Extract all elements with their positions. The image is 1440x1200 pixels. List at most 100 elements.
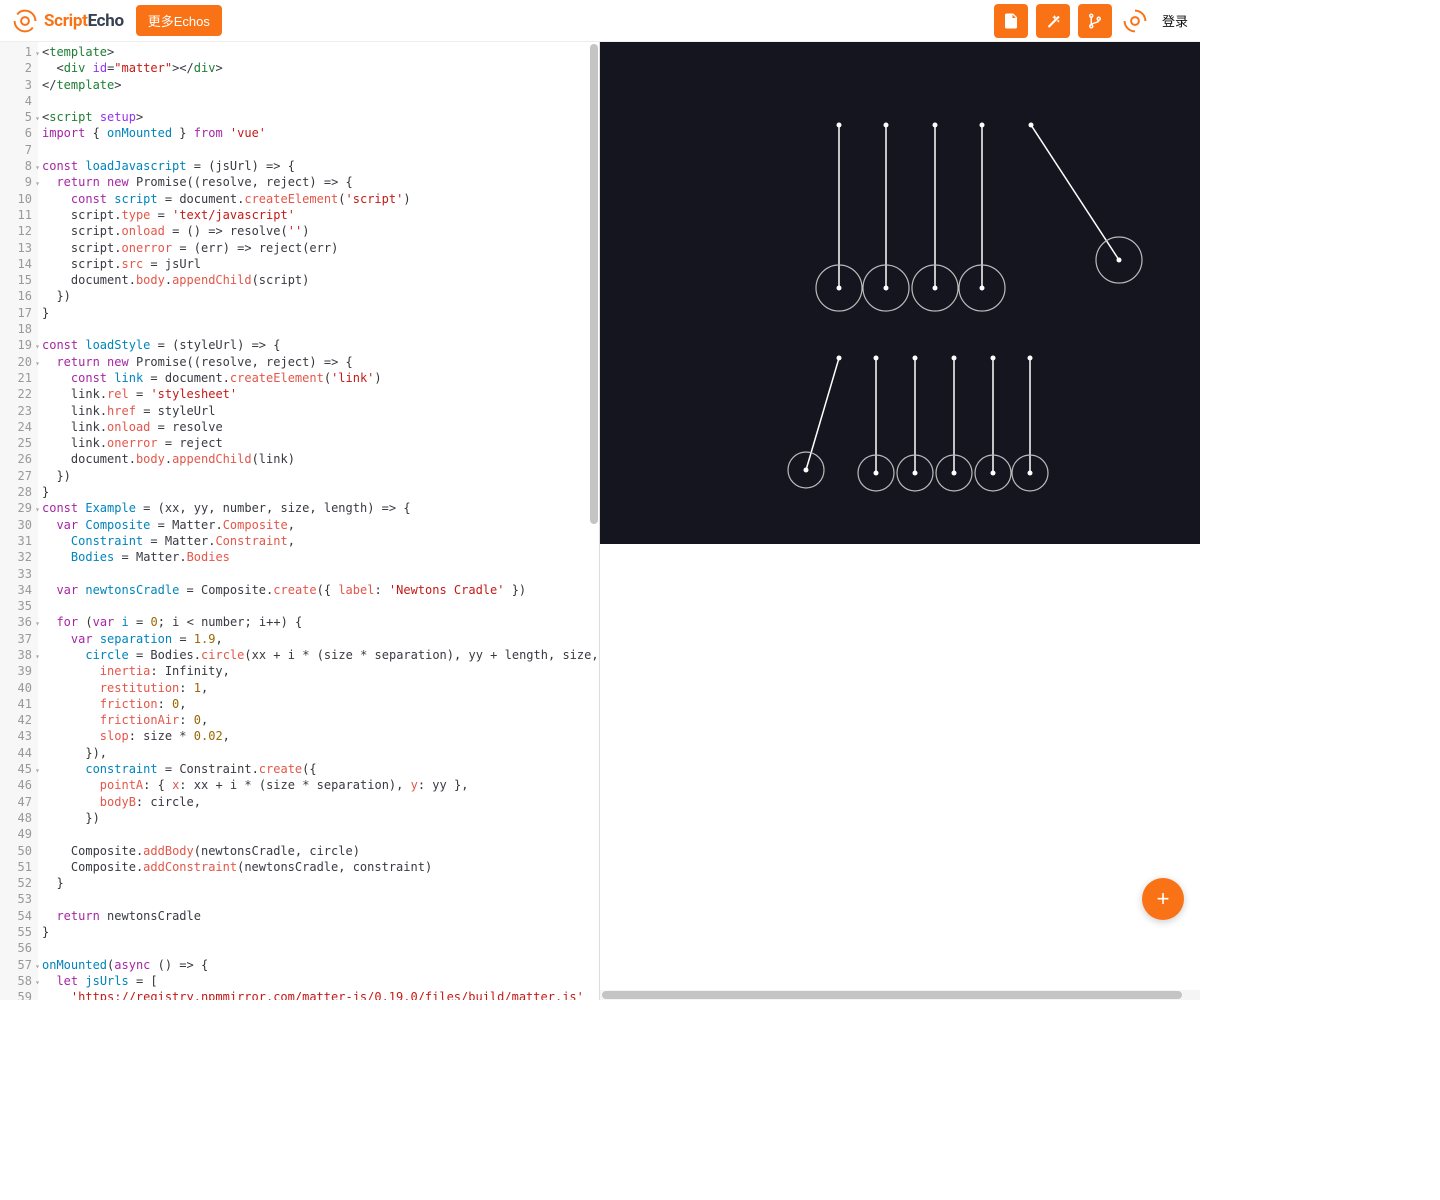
user-swirl-icon[interactable]: [1120, 6, 1150, 36]
gutter-line: 21: [0, 370, 38, 386]
gutter-line: 8▾: [0, 158, 38, 174]
code-line[interactable]: [42, 598, 599, 614]
main-split: 1▾2345▾678▾9▾10111213141516171819▾20▾212…: [0, 42, 1200, 1000]
newtons-cradle-svg: [600, 42, 1200, 544]
code-line[interactable]: circle = Bodies.circle(xx + i * (size * …: [42, 647, 599, 663]
scrollbar-thumb[interactable]: [602, 991, 1182, 999]
gutter-line: 36▾: [0, 614, 38, 630]
code-line[interactable]: 'https://registry.npmmirror.com/matter-j…: [42, 989, 599, 1000]
gutter-line: 7: [0, 142, 38, 158]
code-line[interactable]: Bodies = Matter.Bodies: [42, 549, 599, 565]
code-line[interactable]: return newtonsCradle: [42, 908, 599, 924]
code-line[interactable]: [42, 940, 599, 956]
code-line[interactable]: link.onload = resolve: [42, 419, 599, 435]
code-line[interactable]: [42, 93, 599, 109]
code-line[interactable]: [42, 566, 599, 582]
preview-horizontal-scrollbar[interactable]: [600, 990, 1200, 1000]
code-line[interactable]: <template>: [42, 44, 599, 60]
code-line[interactable]: inertia: Infinity,: [42, 663, 599, 679]
code-line[interactable]: friction: 0,: [42, 696, 599, 712]
physics-canvas[interactable]: [600, 42, 1200, 544]
gutter-line: 49: [0, 826, 38, 842]
app-header: ScriptEcho 更多Echos 登录: [0, 0, 1200, 42]
code-line[interactable]: return new Promise((resolve, reject) => …: [42, 354, 599, 370]
code-line[interactable]: }: [42, 924, 599, 940]
more-echos-button[interactable]: 更多Echos: [136, 5, 222, 36]
code-line[interactable]: [42, 891, 599, 907]
code-line[interactable]: }): [42, 288, 599, 304]
code-line[interactable]: <div id="matter"></div>: [42, 60, 599, 76]
code-line[interactable]: onMounted(async () => {: [42, 957, 599, 973]
code-line[interactable]: }): [42, 810, 599, 826]
editor-vertical-scrollbar[interactable]: [589, 42, 599, 1000]
code-line[interactable]: link.rel = 'stylesheet': [42, 386, 599, 402]
code-line[interactable]: document.body.appendChild(script): [42, 272, 599, 288]
code-line[interactable]: [42, 321, 599, 337]
code-line[interactable]: var Composite = Matter.Composite,: [42, 517, 599, 533]
gutter-line: 23: [0, 403, 38, 419]
code-line[interactable]: }: [42, 305, 599, 321]
gutter-line: 56: [0, 940, 38, 956]
code-line[interactable]: const Example = (xx, yy, number, size, l…: [42, 500, 599, 516]
gutter-line: 26: [0, 451, 38, 467]
gutter-line: 1▾: [0, 44, 38, 60]
add-fab-button[interactable]: +: [1142, 878, 1184, 920]
code-line[interactable]: }),: [42, 745, 599, 761]
brand-logo[interactable]: ScriptEcho: [12, 8, 124, 34]
code-line[interactable]: const loadJavascript = (jsUrl) => {: [42, 158, 599, 174]
code-line[interactable]: script.onload = () => resolve(''): [42, 223, 599, 239]
code-line[interactable]: const link = document.createElement('lin…: [42, 370, 599, 386]
code-line[interactable]: link.onerror = reject: [42, 435, 599, 451]
code-line[interactable]: </template>: [42, 77, 599, 93]
gutter-line: 34: [0, 582, 38, 598]
code-line[interactable]: script.src = jsUrl: [42, 256, 599, 272]
header-right: 登录: [994, 4, 1192, 38]
code-line[interactable]: const loadStyle = (styleUrl) => {: [42, 337, 599, 353]
code-line[interactable]: }: [42, 875, 599, 891]
code-line[interactable]: slop: size * 0.02,: [42, 728, 599, 744]
scrollbar-thumb[interactable]: [590, 44, 598, 524]
code-line[interactable]: document.body.appendChild(link): [42, 451, 599, 467]
wand-icon-button[interactable]: [1036, 4, 1070, 38]
branch-icon-button[interactable]: [1078, 4, 1112, 38]
code-line[interactable]: }: [42, 484, 599, 500]
code-line[interactable]: constraint = Constraint.create({: [42, 761, 599, 777]
gutter-line: 19▾: [0, 337, 38, 353]
code-line[interactable]: [42, 142, 599, 158]
code-line[interactable]: for (var i = 0; i < number; i++) {: [42, 614, 599, 630]
editor-code-area[interactable]: <template> <div id="matter"></div></temp…: [38, 42, 599, 1000]
code-line[interactable]: frictionAir: 0,: [42, 712, 599, 728]
gutter-line: 50: [0, 843, 38, 859]
gutter-line: 55: [0, 924, 38, 940]
code-line[interactable]: script.onerror = (err) => reject(err): [42, 240, 599, 256]
code-line[interactable]: }): [42, 468, 599, 484]
code-line[interactable]: pointA: { x: xx + i * (size * separation…: [42, 777, 599, 793]
code-line[interactable]: script.type = 'text/javascript': [42, 207, 599, 223]
code-line[interactable]: link.href = styleUrl: [42, 403, 599, 419]
code-line[interactable]: restitution: 1,: [42, 680, 599, 696]
code-line[interactable]: var newtonsCradle = Composite.create({ l…: [42, 582, 599, 598]
code-line[interactable]: return new Promise((resolve, reject) => …: [42, 174, 599, 190]
gutter-line: 53: [0, 891, 38, 907]
gutter-line: 44: [0, 745, 38, 761]
code-line[interactable]: let jsUrls = [: [42, 973, 599, 989]
code-line[interactable]: var separation = 1.9,: [42, 631, 599, 647]
code-line[interactable]: Constraint = Matter.Constraint,: [42, 533, 599, 549]
code-line[interactable]: <script setup>: [42, 109, 599, 125]
code-line[interactable]: bodyB: circle,: [42, 794, 599, 810]
code-line[interactable]: import { onMounted } from 'vue': [42, 125, 599, 141]
gutter-line: 14: [0, 256, 38, 272]
gutter-line: 38▾: [0, 647, 38, 663]
gutter-line: 59: [0, 989, 38, 1000]
gutter-line: 22: [0, 386, 38, 402]
magic-wand-icon: [1044, 12, 1062, 30]
plus-icon: +: [1157, 888, 1170, 910]
code-line[interactable]: [42, 826, 599, 842]
document-icon-button[interactable]: [994, 4, 1028, 38]
login-link[interactable]: 登录: [1158, 11, 1192, 30]
code-line[interactable]: Composite.addBody(newtonsCradle, circle): [42, 843, 599, 859]
code-editor-pane[interactable]: 1▾2345▾678▾9▾10111213141516171819▾20▾212…: [0, 42, 600, 1000]
preview-pane: +: [600, 42, 1200, 1000]
code-line[interactable]: Composite.addConstraint(newtonsCradle, c…: [42, 859, 599, 875]
code-line[interactable]: const script = document.createElement('s…: [42, 191, 599, 207]
